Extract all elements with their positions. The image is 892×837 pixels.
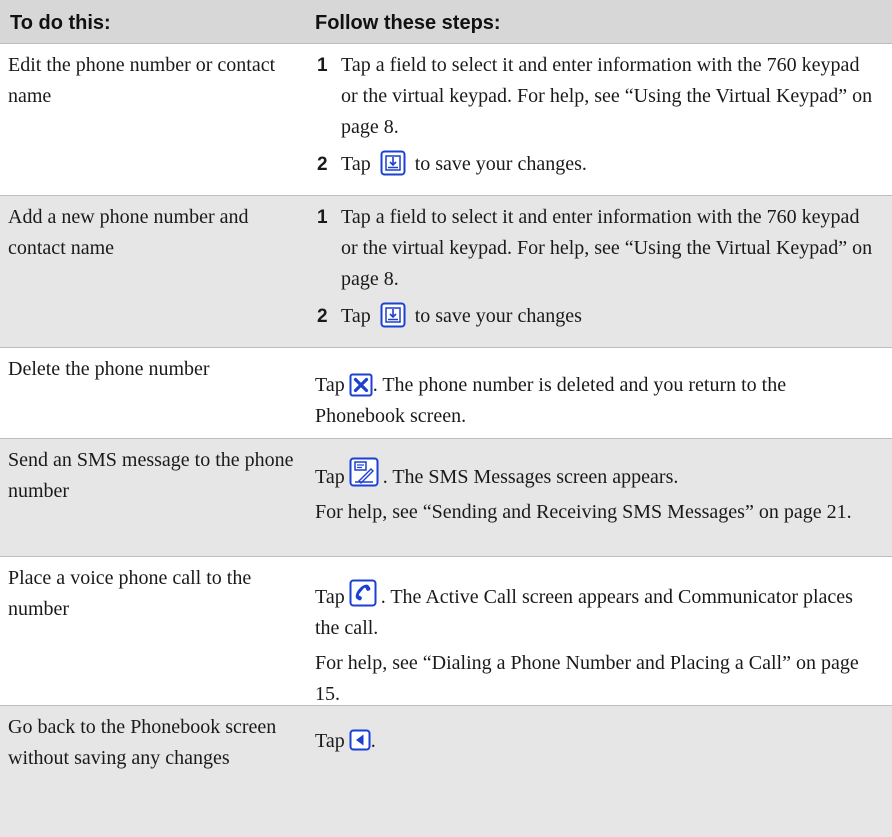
phone-icon (349, 579, 377, 607)
table-row: Delete the phone number Tap . The phone … (0, 348, 892, 439)
step-text-pre: Tap (315, 466, 345, 488)
step-number: 2 (317, 154, 328, 175)
step-text-post: . (370, 730, 376, 752)
step-text-post: to save your changes (414, 305, 582, 327)
step-text-pre: Tap (341, 153, 371, 175)
step-text-post: . The Active Call screen appears and Com… (315, 586, 853, 639)
header-col-task: To do this: (10, 12, 111, 34)
step-text-pre: Tap (315, 730, 345, 752)
steps-cell: 1 Tap a field to select it and enter inf… (315, 202, 875, 332)
task-cell: Delete the phone number (8, 358, 210, 380)
step-text-post: . The SMS Messages screen appears. (382, 466, 679, 488)
back-arrow-icon (349, 729, 371, 751)
step-text-pre: Tap (315, 586, 345, 608)
save-icon (380, 302, 406, 328)
task-cell: Go back to the Phonebook screen without … (8, 716, 277, 769)
task-cell: Send an SMS message to the phone number (8, 449, 294, 502)
header-col-steps: Follow these steps: (315, 12, 501, 34)
help-reference: For help, see “Sending and Receiving SMS… (315, 501, 852, 523)
table-row: Edit the phone number or contact name 1 … (0, 44, 892, 196)
steps-table: To do this: Follow these steps: Edit the… (0, 0, 892, 837)
delete-icon (349, 373, 373, 397)
step-text: Tap a field to select it and enter infor… (341, 54, 873, 138)
step-line: Tap . The Active Call screen appears and… (315, 579, 875, 644)
steps-cell: Tap . The SMS Messages screen appears. F… (315, 457, 875, 528)
step-number: 1 (317, 207, 328, 228)
step-number: 2 (317, 306, 328, 327)
step-text-pre: Tap (341, 305, 371, 327)
step: 2 Tap to save your changes (315, 301, 875, 332)
steps-cell: Tap . The phone number is deleted and yo… (315, 370, 875, 432)
task-cell: Add a new phone number and contact name (8, 206, 249, 259)
step-text-post: to save your changes. (414, 153, 587, 175)
step-text: Tap a field to select it and enter infor… (341, 206, 873, 290)
table-row: Add a new phone number and contact name … (0, 196, 892, 348)
step: 1 Tap a field to select it and enter inf… (315, 50, 875, 143)
help-reference: For help, see “Dialing a Phone Number an… (315, 652, 859, 705)
step-number: 1 (317, 55, 328, 76)
table-row: Place a voice phone call to the number T… (0, 557, 892, 706)
step-line: Tap . The SMS Messages screen appears. (315, 457, 875, 493)
table-row: Go back to the Phonebook screen without … (0, 706, 892, 837)
step: 2 Tap to save your changes. (315, 149, 875, 180)
step-text-post: . The phone number is deleted and you re… (315, 374, 787, 427)
sms-icon (349, 457, 379, 487)
task-cell: Place a voice phone call to the number (8, 567, 252, 620)
steps-cell: Tap . The Active Call screen appears and… (315, 579, 875, 710)
save-icon (380, 150, 406, 176)
steps-cell: 1 Tap a field to select it and enter inf… (315, 50, 875, 180)
table-row: Send an SMS message to the phone number … (0, 439, 892, 557)
step: 1 Tap a field to select it and enter inf… (315, 202, 875, 295)
table-header: To do this: Follow these steps: (0, 0, 892, 44)
task-cell: Edit the phone number or contact name (8, 54, 276, 107)
step-text-pre: Tap (315, 374, 345, 396)
steps-cell: Tap . (315, 726, 875, 757)
